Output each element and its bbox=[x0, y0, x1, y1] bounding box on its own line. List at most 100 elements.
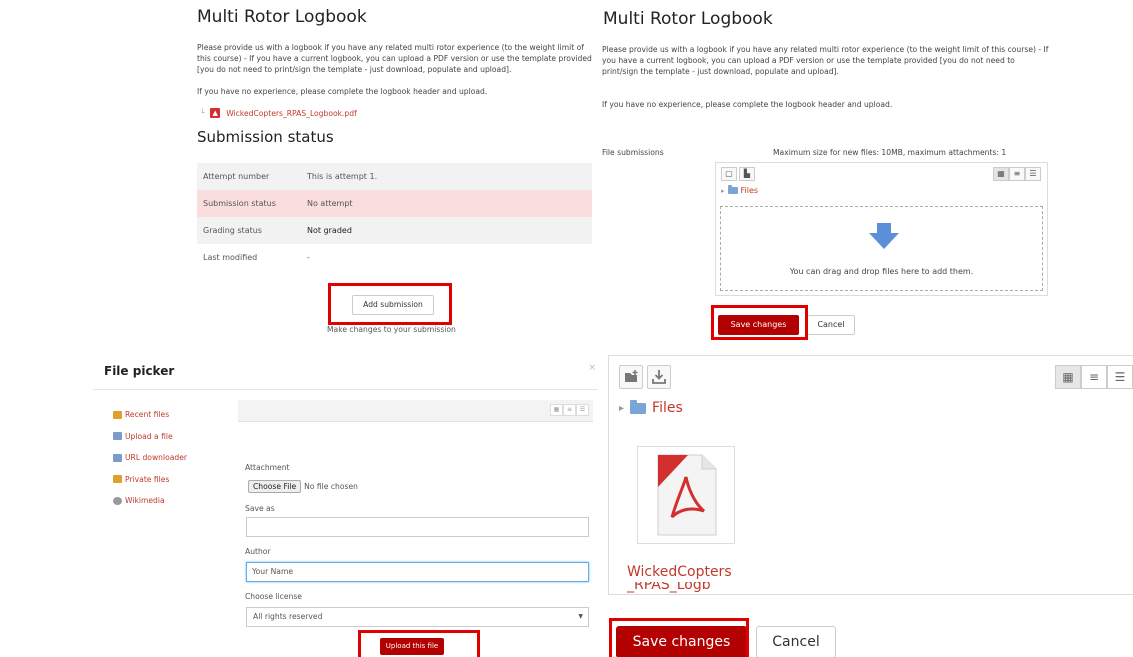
assignment-description: Please provide us with a logbook if you … bbox=[602, 45, 1049, 76]
row-value: This is attempt 1. bbox=[307, 172, 378, 181]
row-value: Not graded bbox=[307, 226, 352, 235]
row-label: Attempt number bbox=[203, 172, 270, 181]
folder-icon bbox=[113, 475, 122, 484]
submission-status-panel: Multi Rotor Logbook Please provide us wi… bbox=[0, 0, 600, 345]
drop-zone-text: You can drag and drop files here to add … bbox=[789, 267, 974, 276]
row-label: Grading status bbox=[203, 226, 262, 235]
file-picker-dialog: File picker × Recent files Upload a file… bbox=[93, 355, 598, 657]
file-manager-toolbar bbox=[619, 365, 671, 389]
create-folder-button[interactable]: ▙ bbox=[739, 167, 755, 181]
table-row: Last modified - bbox=[197, 244, 592, 271]
tree-view-button[interactable]: ☰ bbox=[576, 404, 589, 416]
list-view-button[interactable]: ≡ bbox=[1081, 365, 1107, 389]
save-as-input[interactable] bbox=[246, 517, 589, 537]
repo-label[interactable]: Upload a file bbox=[125, 432, 173, 441]
repo-private-files[interactable]: Private files bbox=[113, 469, 187, 491]
drop-arrow-icon bbox=[869, 223, 899, 249]
attachment-file-input[interactable]: Choose File No file chosen bbox=[248, 480, 358, 493]
highlight-box bbox=[358, 630, 480, 657]
tree-icon: ☰ bbox=[1114, 370, 1126, 384]
submission-status-heading: Submission status bbox=[197, 128, 334, 146]
highlight-box bbox=[609, 618, 749, 657]
file-manager-toolbar: ▢ ▙ bbox=[721, 167, 755, 181]
page-title: Multi Rotor Logbook bbox=[197, 7, 367, 27]
cancel-button[interactable]: Cancel bbox=[756, 626, 836, 657]
repo-recent-files[interactable]: Recent files bbox=[113, 404, 187, 426]
tree-icon: ☰ bbox=[579, 406, 586, 413]
folder-name[interactable]: Files bbox=[741, 186, 759, 195]
list-view-button[interactable]: ≡ bbox=[563, 404, 576, 416]
repo-label[interactable]: Recent files bbox=[125, 410, 169, 419]
assignment-note: If you have no experience, please comple… bbox=[602, 100, 893, 109]
repo-label[interactable]: URL downloader bbox=[125, 453, 187, 462]
repository-list: Recent files Upload a file URL downloade… bbox=[113, 404, 187, 512]
row-label: Submission status bbox=[203, 199, 276, 208]
max-size-info: Maximum size for new files: 10MB, maximu… bbox=[773, 148, 1007, 157]
attachment-label: Attachment bbox=[245, 463, 290, 472]
tree-view-button[interactable]: ☰ bbox=[1025, 167, 1041, 181]
close-icon[interactable]: × bbox=[588, 363, 596, 373]
row-label: Last modified bbox=[203, 253, 258, 262]
icon-view-button[interactable]: ▦ bbox=[1055, 365, 1081, 389]
folder-icon bbox=[727, 185, 738, 194]
repo-upload-file[interactable]: Upload a file bbox=[113, 426, 187, 448]
drop-zone[interactable]: You can drag and drop files here to add … bbox=[720, 206, 1043, 291]
license-select[interactable]: All rights reserved ▼ bbox=[246, 607, 589, 627]
add-file-icon: ▢ bbox=[725, 169, 733, 178]
download-all-button[interactable] bbox=[647, 365, 671, 389]
download-icon bbox=[652, 370, 666, 384]
add-file-button[interactable]: ▢ bbox=[721, 167, 737, 181]
folder-name[interactable]: Files bbox=[652, 400, 683, 416]
choose-file-button[interactable]: Choose File bbox=[248, 480, 302, 493]
pdf-icon: ▲ bbox=[210, 108, 221, 118]
view-switcher: ▦ ≡ ☰ bbox=[993, 167, 1041, 181]
list-icon: ≡ bbox=[1013, 169, 1021, 178]
create-folder-button[interactable] bbox=[619, 365, 643, 389]
upload-icon bbox=[113, 432, 122, 441]
view-switcher: ▦ ≡ ☰ bbox=[550, 404, 589, 416]
repo-url-downloader[interactable]: URL downloader bbox=[113, 447, 187, 469]
upload-form: ▦ ≡ ☰ Attachment Choose File No file cho… bbox=[238, 400, 593, 657]
file-thumbnail[interactable] bbox=[637, 446, 735, 544]
expand-icon: ▸ bbox=[721, 186, 725, 195]
license-label: Choose license bbox=[245, 592, 302, 601]
grid-icon: ▦ bbox=[553, 406, 560, 413]
folder-path[interactable]: ▸ Files bbox=[619, 399, 683, 416]
tree-icon: ☰ bbox=[1029, 169, 1037, 178]
author-label: Author bbox=[245, 547, 271, 556]
author-input[interactable]: Your Name bbox=[246, 562, 589, 582]
save-as-label: Save as bbox=[245, 504, 275, 513]
template-file-name[interactable]: WickedCopters_RPAS_Logbook.pdf bbox=[226, 109, 357, 118]
cancel-button[interactable]: Cancel bbox=[807, 315, 855, 335]
table-row: Submission status No attempt bbox=[197, 190, 592, 217]
highlight-box bbox=[328, 283, 452, 325]
list-icon: ≡ bbox=[566, 406, 573, 413]
list-view-button[interactable]: ≡ bbox=[1009, 167, 1025, 181]
chevron-down-icon: ▼ bbox=[578, 613, 583, 620]
picker-toolbar: ▦ ≡ ☰ bbox=[238, 400, 593, 422]
list-icon: ≡ bbox=[1088, 370, 1100, 384]
repo-wikimedia[interactable]: Wikimedia bbox=[113, 490, 187, 512]
folder-path[interactable]: ▸ Files bbox=[721, 185, 759, 195]
table-row: Attempt number This is attempt 1. bbox=[197, 163, 592, 190]
license-value: All rights reserved bbox=[253, 612, 323, 621]
icon-view-button[interactable]: ▦ bbox=[993, 167, 1009, 181]
assignment-note: If you have no experience, please comple… bbox=[197, 87, 488, 96]
repo-label[interactable]: Wikimedia bbox=[125, 496, 165, 505]
view-switcher: ▦ ≡ ☰ bbox=[1055, 365, 1133, 389]
tree-view-button[interactable]: ☰ bbox=[1107, 365, 1133, 389]
table-row: Grading status Not graded bbox=[197, 217, 592, 244]
repo-label[interactable]: Private files bbox=[125, 475, 169, 484]
icon-view-button[interactable]: ▦ bbox=[550, 404, 563, 416]
no-file-text: No file chosen bbox=[304, 482, 358, 491]
folder-icon bbox=[630, 399, 647, 414]
highlight-box bbox=[711, 305, 808, 340]
file-manager: ▢ ▙ ▦ ≡ ☰ ▸ Files You can drag and drop … bbox=[715, 162, 1048, 296]
url-icon bbox=[113, 453, 122, 462]
wikimedia-icon bbox=[113, 496, 122, 505]
template-file-link[interactable]: └ ▲ WickedCopters_RPAS_Logbook.pdf bbox=[200, 108, 357, 118]
file-name[interactable]: WickedCopters bbox=[627, 564, 732, 580]
row-value: No attempt bbox=[307, 199, 353, 208]
pdf-file-icon bbox=[657, 454, 717, 536]
grid-icon: ▦ bbox=[1062, 370, 1074, 384]
